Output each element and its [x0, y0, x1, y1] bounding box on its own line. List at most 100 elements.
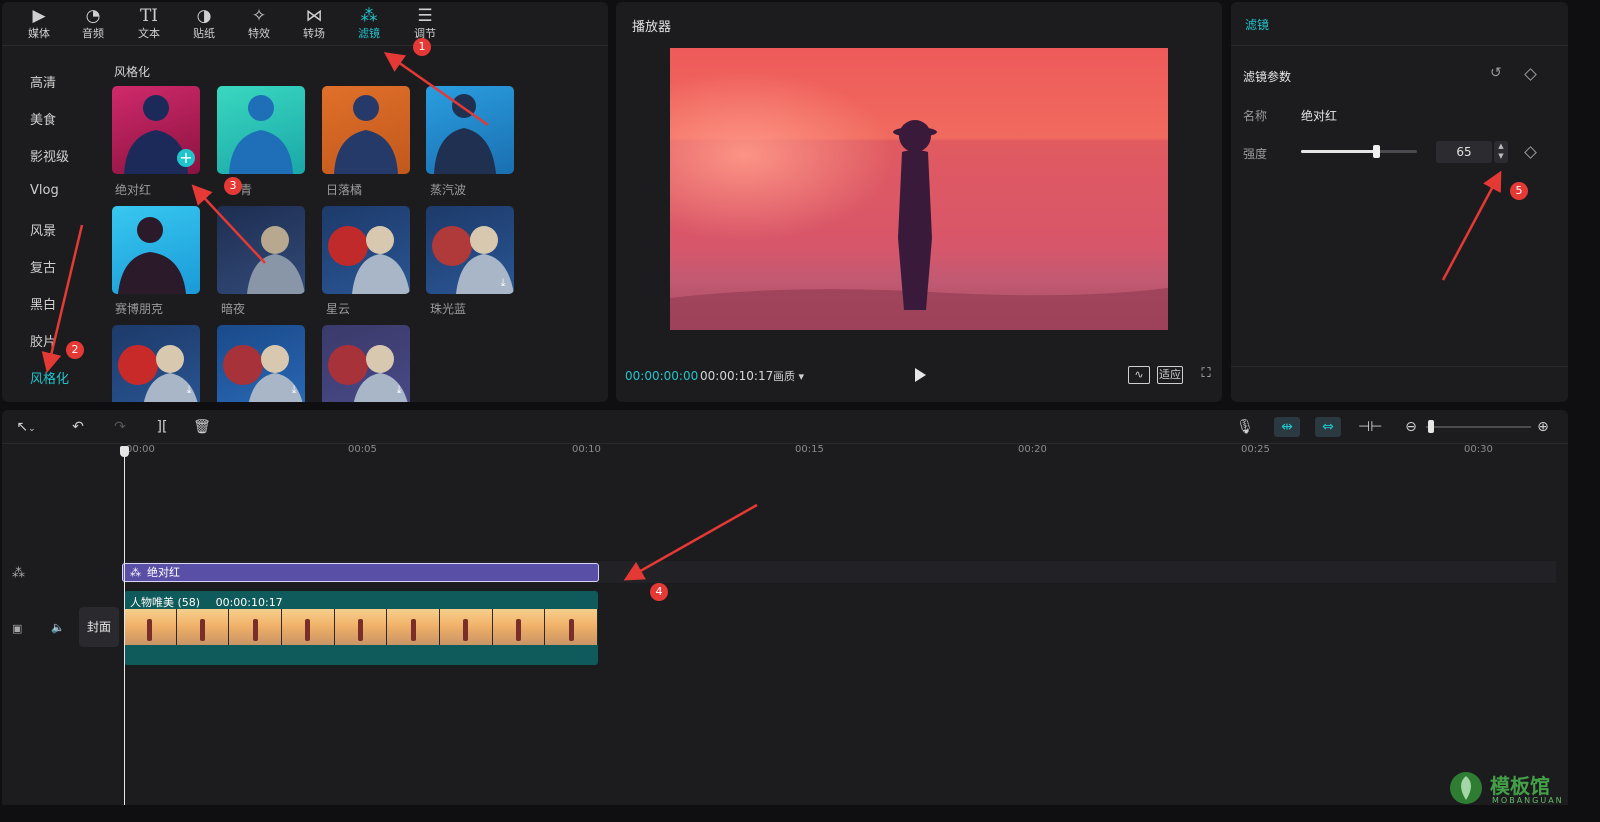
zoom-slider-handle[interactable] [1428, 420, 1434, 433]
filter-thumb-pearl-blue[interactable]: ⤓ [426, 206, 514, 294]
quality-dropdown[interactable]: 画质 ▾ [773, 368, 804, 384]
media-panel: ▶ 媒体 ◔ 音频 TI 文本 ◑ 贴纸 ✧ 特效 ⋈ 转场 ⁂ 滤镜 ☰ 调节 [2, 2, 608, 402]
zoom-out-button[interactable]: ⊖ [1402, 417, 1420, 437]
transition-icon: ⋈ [305, 6, 323, 26]
play-icon [915, 368, 926, 382]
slider-fill [1301, 150, 1376, 153]
audio-icon: ◔ [85, 6, 101, 26]
tick-label: 00:00 [126, 444, 155, 455]
tick-label: 00:20 [1018, 444, 1047, 455]
adjust-icon: ☰ [417, 6, 433, 26]
slider-handle[interactable] [1373, 145, 1380, 158]
filter-thumb-cyan[interactable] [217, 86, 305, 174]
keyframe-icon[interactable] [1524, 146, 1537, 159]
filter-thumb[interactable]: ⤓ [112, 325, 200, 402]
preview-axis-toggle[interactable]: ⊣⊢ [1358, 417, 1383, 437]
category-vlog[interactable]: Vlog [30, 183, 59, 198]
add-filter-icon[interactable]: + [177, 149, 195, 167]
category-bw[interactable]: 黑白 [30, 294, 56, 313]
strength-stepper[interactable]: ▲ ▼ [1494, 141, 1508, 163]
speaker-icon[interactable]: 🔈 [51, 621, 65, 634]
delete-button[interactable]: 🗑 [192, 417, 212, 437]
split-button[interactable]: ][ [152, 417, 172, 437]
category-food[interactable]: 美食 [30, 109, 56, 128]
zoom-in-icon: ⊕ [1537, 419, 1549, 435]
zoom-in-button[interactable]: ⊕ [1534, 417, 1552, 437]
category-film[interactable]: 胶片 [30, 331, 56, 350]
tab-text[interactable]: TI 文本 [125, 5, 173, 45]
filter-label: 绝对红 [115, 183, 152, 197]
filter-clip[interactable]: ⁂ 绝对红 [122, 563, 599, 582]
video-track-icon[interactable]: ▣ [12, 622, 22, 635]
strength-slider[interactable] [1301, 145, 1417, 158]
timeline-ruler[interactable]: 00:00 00:05 00:10 00:15 00:20 00:25 00:3… [2, 444, 1568, 458]
filter-thumb-cyberpunk[interactable] [112, 206, 200, 294]
chevron-down-icon: ⌄ [28, 424, 36, 434]
download-icon[interactable]: ⤓ [392, 383, 406, 397]
playhead-handle[interactable] [120, 446, 129, 457]
video-preview[interactable] [670, 48, 1168, 330]
cursor-icon: ↖ [16, 419, 29, 435]
filter-thumb-vaporwave[interactable] [426, 86, 514, 174]
waveform-icon: ∿ [1134, 368, 1144, 381]
filter-thumb[interactable]: ⤓ [322, 325, 410, 402]
undo-icon: ↶ [72, 419, 84, 435]
watermark-logo: 模板馆 MOBANGUAN [1444, 762, 1594, 818]
video-clip[interactable]: 人物唯美 (58) 00:00:10:17 [124, 591, 598, 665]
filter-category-sidebar: 高清 美食 影视级 Vlog 风景 复古 黑白 胶片 风格化 [2, 52, 102, 402]
filter-label: 星云 [326, 302, 351, 316]
filter-thumb-absolute-red[interactable]: + [112, 86, 200, 174]
filter-thumb[interactable]: ⤓ [217, 325, 305, 402]
properties-tab-filter[interactable]: 滤镜 [1245, 16, 1269, 33]
category-stylized[interactable]: 风格化 [30, 368, 69, 387]
filter-label: 日落橘 [326, 183, 363, 197]
filter-label: 蒸汽波 [430, 183, 467, 197]
category-retro[interactable]: 复古 [30, 257, 56, 276]
clip-title: 人物唯美 (58) 00:00:10:17 [130, 596, 283, 609]
text-icon: TI [139, 6, 159, 26]
fullscreen-button[interactable]: ⛶ [1198, 366, 1214, 384]
category-cinematic[interactable]: 影视级 [30, 146, 69, 165]
axis-icon: ⊣⊢ [1358, 419, 1383, 435]
play-button[interactable] [912, 366, 928, 384]
name-value: 绝对红 [1301, 109, 1338, 123]
zoom-slider[interactable] [1426, 420, 1531, 433]
download-icon[interactable]: ⤓ [182, 383, 196, 397]
snap-toggle[interactable]: ⇹ [1274, 417, 1300, 437]
link-toggle[interactable]: ⇔ [1315, 417, 1341, 437]
clip-frame [334, 609, 388, 645]
snap-icon: ⇹ [1281, 419, 1293, 435]
media-icon: ▶ [32, 6, 46, 26]
category-hd[interactable]: 高清 [30, 72, 56, 91]
clip-frame [440, 609, 493, 645]
filter-thumb-sunset-orange[interactable] [322, 86, 410, 174]
keyframe-icon[interactable] [1524, 68, 1537, 81]
media-tabbar: ▶ 媒体 ◔ 音频 TI 文本 ◑ 贴纸 ✧ 特效 ⋈ 转场 ⁂ 滤镜 ☰ 调节 [2, 2, 608, 46]
category-landscape[interactable]: 风景 [30, 220, 56, 239]
record-audio-button[interactable]: 🎙 [1235, 417, 1255, 437]
portrait-silhouette-icon [229, 95, 293, 174]
tab-sticker[interactable]: ◑ 贴纸 [180, 5, 228, 45]
download-icon[interactable]: ⤓ [287, 383, 301, 397]
tab-filter[interactable]: ⁂ 滤镜 [345, 5, 393, 45]
reset-icon[interactable]: ↺ [1490, 65, 1502, 81]
tab-media[interactable]: ▶ 媒体 [15, 5, 63, 45]
filter-thumb-dark-night[interactable] [217, 206, 305, 294]
tab-audio[interactable]: ◔ 音频 [69, 5, 117, 45]
filter-thumb-nebula[interactable] [322, 206, 410, 294]
select-tool-button[interactable]: ↖⌄ [11, 417, 41, 437]
redo-button[interactable]: ↷ [110, 417, 130, 437]
undo-button[interactable]: ↶ [68, 417, 88, 437]
strength-input[interactable]: 65 [1436, 141, 1492, 163]
tick-label: 00:10 [572, 444, 601, 455]
filter-label: 赛博朋克 [115, 302, 164, 316]
fit-button[interactable]: 适应 [1157, 366, 1183, 384]
annotation-badge: 5 [1510, 182, 1528, 200]
portrait-silhouette-icon [434, 94, 496, 174]
tab-transition[interactable]: ⋈ 转场 [290, 5, 338, 45]
tick-label: 00:15 [795, 444, 824, 455]
cover-button[interactable]: 封面 [79, 607, 119, 647]
tab-effects[interactable]: ✧ 特效 [235, 5, 283, 45]
download-icon[interactable]: ⤓ [496, 276, 510, 290]
waveform-button[interactable]: ∿ [1128, 366, 1150, 384]
